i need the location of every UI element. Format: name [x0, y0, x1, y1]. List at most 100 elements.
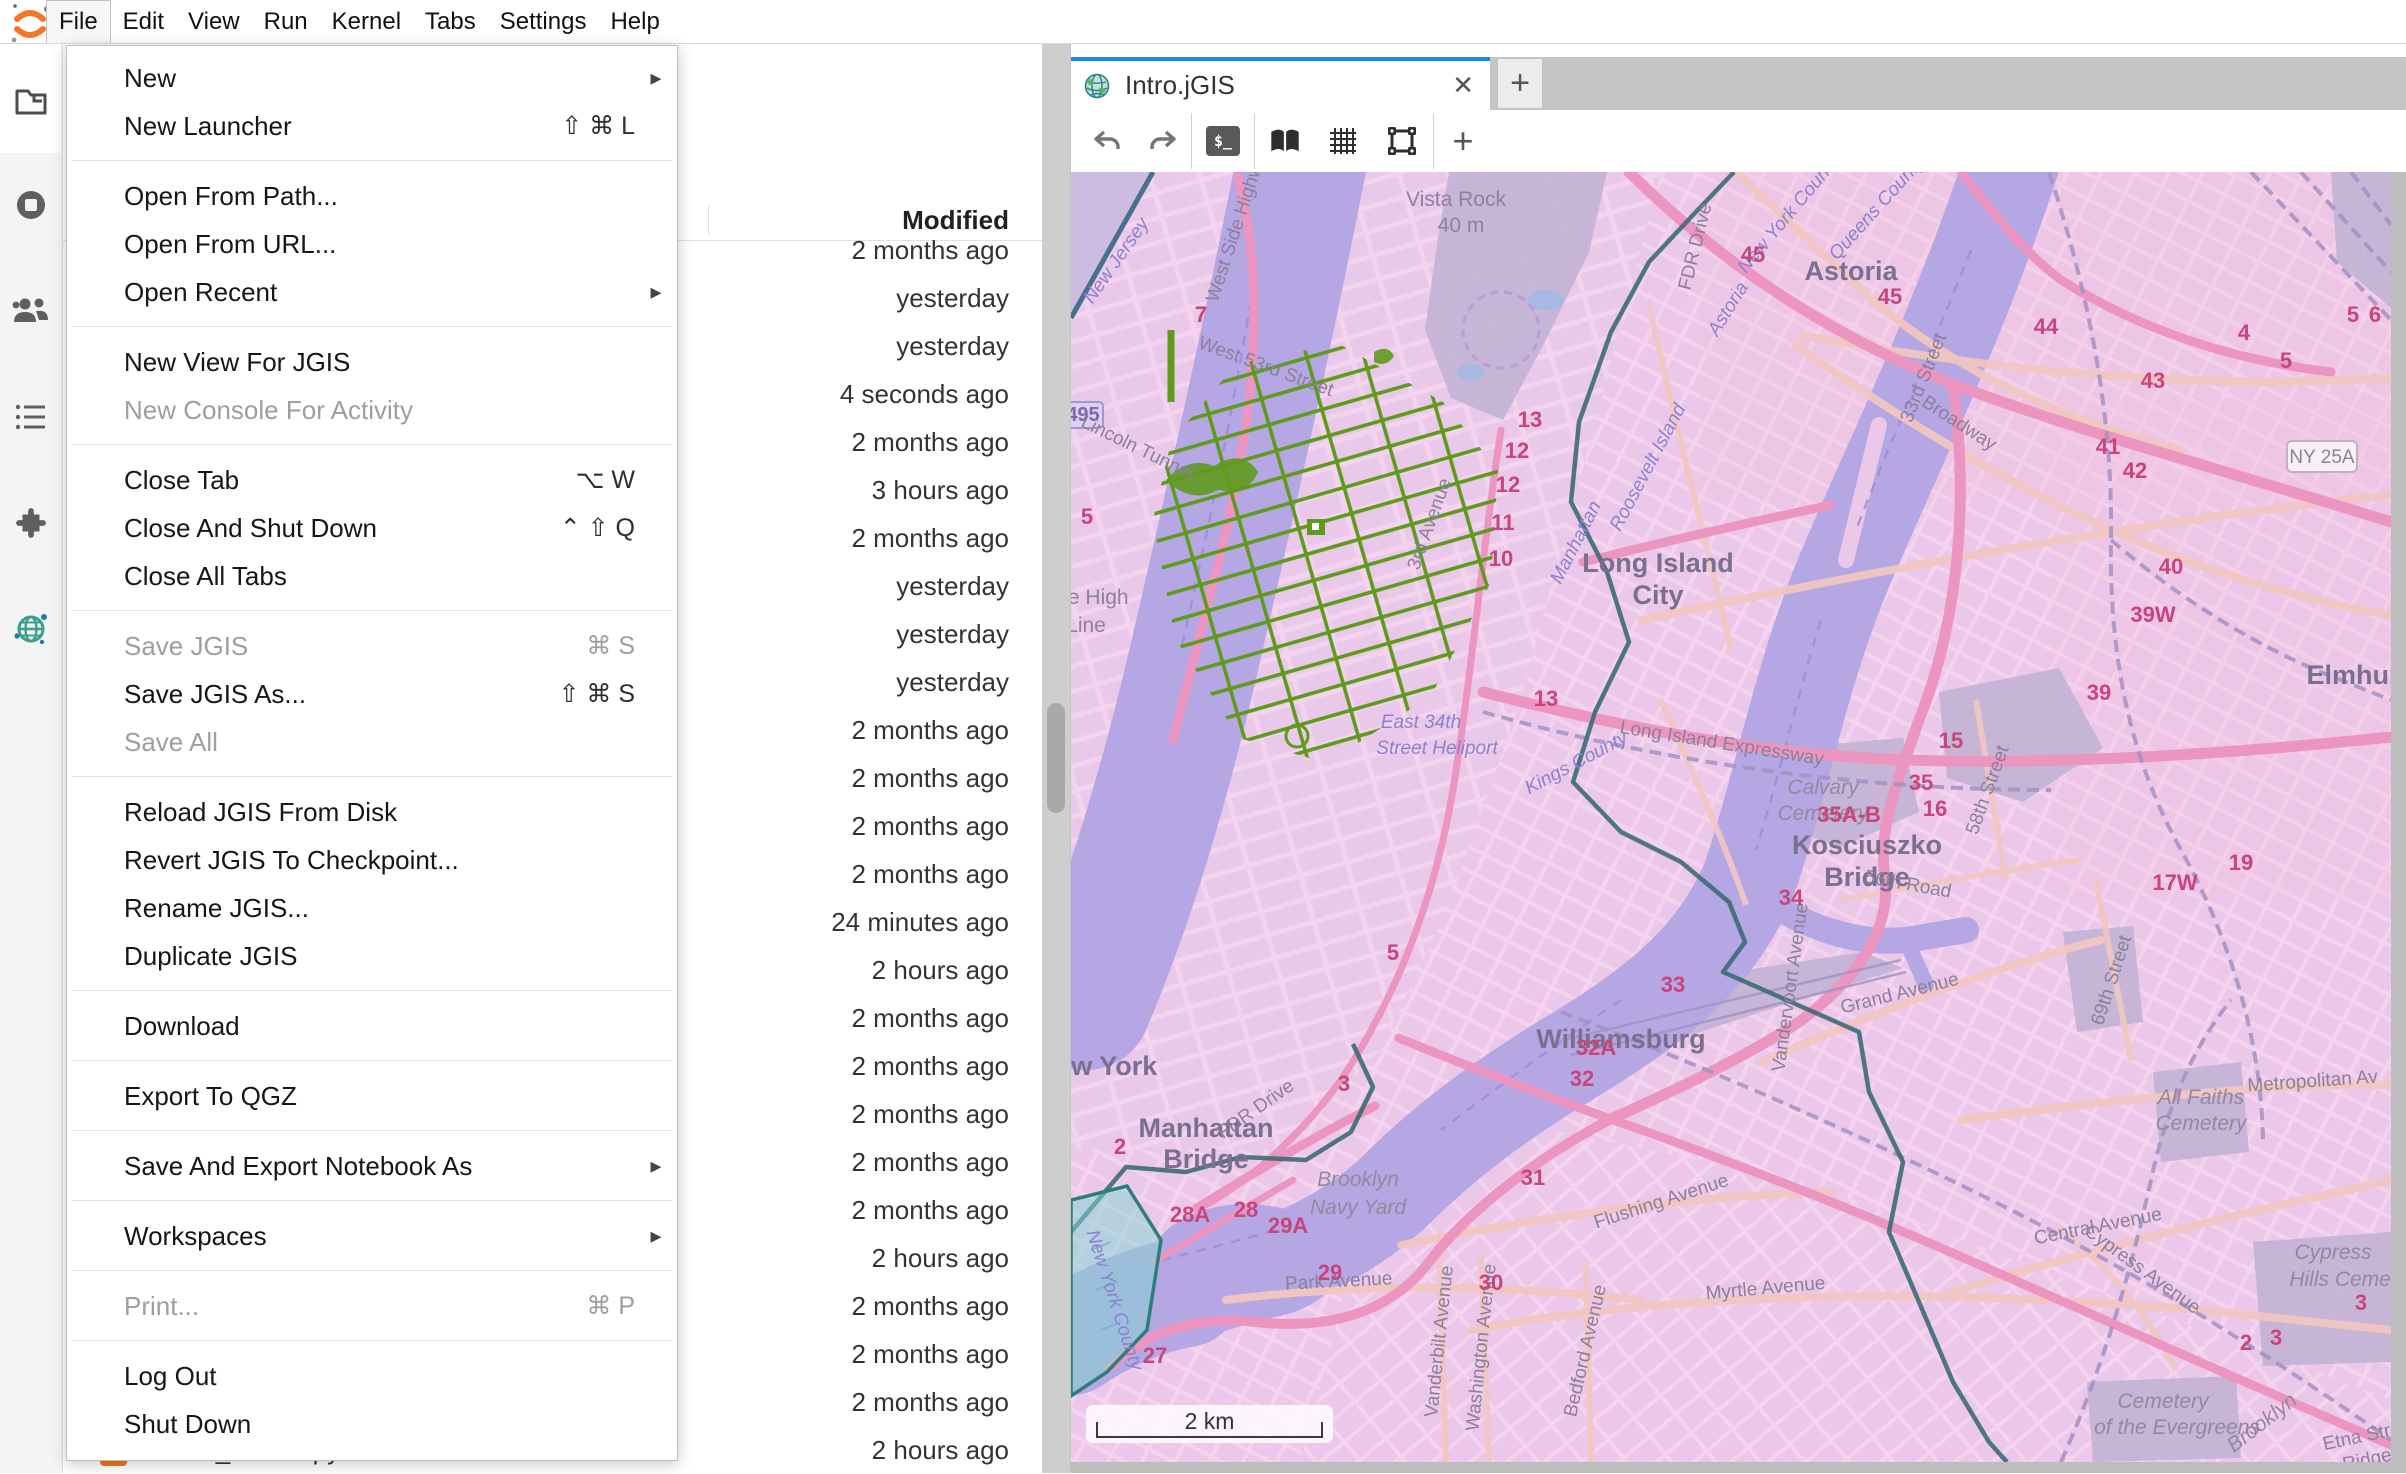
map-label: Williamsburg	[1536, 1024, 1705, 1054]
menu-bar: FileEditViewRunKernelTabsSettingsHelp	[0, 0, 2406, 44]
map-label: 16	[1923, 796, 1947, 821]
menu-item-label: Export To QGZ	[124, 1081, 297, 1112]
menu-item-label: Close And Shut Down	[124, 513, 377, 544]
map-label: New York	[1071, 1051, 1158, 1081]
terminal-button[interactable]: $_	[1192, 117, 1254, 165]
menu-item-revert-jgis-to-checkpoint[interactable]: Revert JGIS To Checkpoint...	[67, 836, 677, 884]
menu-settings[interactable]: Settings	[488, 1, 599, 43]
menu-run[interactable]: Run	[252, 1, 320, 43]
menu-item-shortcut: ⌘ S	[586, 631, 635, 661]
menu-item-export-to-qgz[interactable]: Export To QGZ	[67, 1072, 677, 1120]
map-label: 44	[2034, 314, 2059, 339]
svg-text:NY 25A: NY 25A	[2289, 447, 2354, 468]
tab-title: Intro.jGIS	[1125, 70, 1235, 101]
menu-item-label: Open From Path...	[124, 181, 338, 212]
map-label: Street Heliport	[1376, 738, 1498, 759]
menu-item-label: Close All Tabs	[124, 561, 287, 592]
menu-divider	[67, 1050, 677, 1072]
map-label: Kosciuszko	[1792, 830, 1942, 860]
add-layer-button[interactable]: +	[1434, 117, 1492, 165]
tab-intro-jgis[interactable]: Intro.jGIS ✕	[1071, 57, 1490, 110]
tab-close-icon[interactable]: ✕	[1452, 70, 1474, 101]
menu-item-open-recent[interactable]: Open Recent▸	[67, 268, 677, 316]
menu-item-download[interactable]: Download	[67, 1002, 677, 1050]
menu-item-label: Open From URL...	[124, 229, 336, 260]
menu-kernel[interactable]: Kernel	[320, 1, 413, 43]
map-label: 3	[1338, 1071, 1350, 1096]
submenu-arrow-icon: ▸	[635, 1153, 677, 1179]
table-of-contents-icon[interactable]	[0, 365, 62, 469]
menu-edit[interactable]: Edit	[111, 1, 176, 43]
menu-item-open-from-path[interactable]: Open From Path...	[67, 172, 677, 220]
menu-item-new-console-for-activity[interactable]: New Console For Activity	[67, 386, 677, 434]
undo-button[interactable]	[1079, 117, 1135, 165]
menu-item-close-tab[interactable]: Close Tab ⌥ W	[67, 456, 677, 504]
map-label: Hills Cemet	[2289, 1268, 2391, 1291]
menu-item-save-jgis-as[interactable]: Save JGIS As...⇧ ⌘ S	[67, 670, 677, 718]
menu-item-new-view-for-jgis[interactable]: New View For JGIS	[67, 338, 677, 386]
scrollbar-thumb[interactable]	[1047, 703, 1065, 813]
running-kernels-icon[interactable]	[0, 153, 62, 257]
menu-item-print[interactable]: Print...⌘ P	[67, 1282, 677, 1330]
map-svg[interactable]: 495 NY 25A AstoriaWilliamsburgElmhurstNe…	[1071, 172, 2391, 1462]
menu-divider	[67, 600, 677, 622]
menu-item-close-all-tabs[interactable]: Close All Tabs	[67, 552, 677, 600]
identify-book-button[interactable]	[1255, 117, 1315, 165]
menu-item-duplicate-jgis[interactable]: Duplicate JGIS	[67, 932, 677, 980]
menu-divider	[67, 434, 677, 456]
menu-item-shortcut: ⌥ W	[576, 465, 635, 495]
menu-item-label: Download	[124, 1011, 240, 1042]
menu-item-close-and-shut-down[interactable]: Close And Shut Down⌃ ⇧ Q	[67, 504, 677, 552]
menu-item-open-from-url[interactable]: Open From URL...	[67, 220, 677, 268]
select-region-button[interactable]	[1371, 117, 1433, 165]
menu-item-workspaces[interactable]: Workspaces▸	[67, 1212, 677, 1260]
map-label: 42	[2123, 458, 2147, 483]
menu-item-save-jgis[interactable]: Save JGIS⌘ S	[67, 622, 677, 670]
menu-help[interactable]: Help	[598, 1, 671, 43]
file-browser-scrollbar[interactable]	[1042, 43, 1070, 1473]
map-label: 31	[1521, 1165, 1545, 1190]
menu-item-label: Print...	[124, 1291, 199, 1322]
submenu-arrow-icon: ▸	[635, 279, 677, 305]
menu-item-label: Close Tab	[124, 465, 239, 496]
menu-item-rename-jgis[interactable]: Rename JGIS...	[67, 884, 677, 932]
map-label: 15	[1939, 728, 1963, 753]
menu-file[interactable]: File	[46, 0, 111, 43]
map-label: 5	[1387, 940, 1399, 965]
menu-item-label: Save JGIS As...	[124, 679, 306, 710]
map-label: Brooklyn	[1317, 1168, 1399, 1191]
menu-item-reload-jgis-from-disk[interactable]: Reload JGIS From Disk	[67, 788, 677, 836]
map-label: 3	[2355, 1290, 2367, 1315]
map-label: 5	[2347, 302, 2359, 327]
grid-button[interactable]	[1315, 117, 1371, 165]
map-label: 32	[1570, 1066, 1594, 1091]
map-label: 3	[2270, 1325, 2282, 1350]
menu-item-save-and-export-notebook-as[interactable]: Save And Export Notebook As▸	[67, 1142, 677, 1190]
jupytergis-globe-icon[interactable]	[0, 577, 62, 681]
map-canvas[interactable]: 495 NY 25A AstoriaWilliamsburgElmhurstNe…	[1071, 172, 2391, 1462]
map-label: 17W	[2152, 870, 2197, 895]
menu-item-new-launcher[interactable]: New Launcher⇧ ⌘ L	[67, 102, 677, 150]
map-label: 41	[2096, 434, 2120, 459]
menu-item-save-all[interactable]: Save All	[67, 718, 677, 766]
new-tab-button[interactable]: +	[1497, 58, 1543, 109]
map-label: East 34th	[1381, 712, 1461, 733]
menu-view[interactable]: View	[176, 1, 252, 43]
map-label: 13	[1534, 686, 1558, 711]
menu-item-log-out[interactable]: Log Out	[67, 1352, 677, 1400]
map-label: Cemetery	[2117, 1390, 2210, 1413]
map-label: Cypress	[2294, 1241, 2372, 1264]
map-label: 35A-B	[1817, 802, 1881, 827]
map-label: 5	[1081, 504, 1093, 529]
redo-button[interactable]	[1135, 117, 1191, 165]
collaboration-users-icon[interactable]	[0, 259, 62, 363]
extension-manager-icon[interactable]	[0, 471, 62, 575]
menu-item-new[interactable]: New▸	[67, 54, 677, 102]
file-browser-icon[interactable]	[0, 49, 62, 153]
menu-item-label: New Console For Activity	[124, 395, 413, 426]
map-label: 39W	[2130, 602, 2175, 627]
map-label: 29	[1318, 1260, 1342, 1285]
menu-tabs[interactable]: Tabs	[413, 1, 488, 43]
map-label: 19	[2229, 850, 2253, 875]
menu-item-shut-down[interactable]: Shut Down	[67, 1400, 677, 1448]
